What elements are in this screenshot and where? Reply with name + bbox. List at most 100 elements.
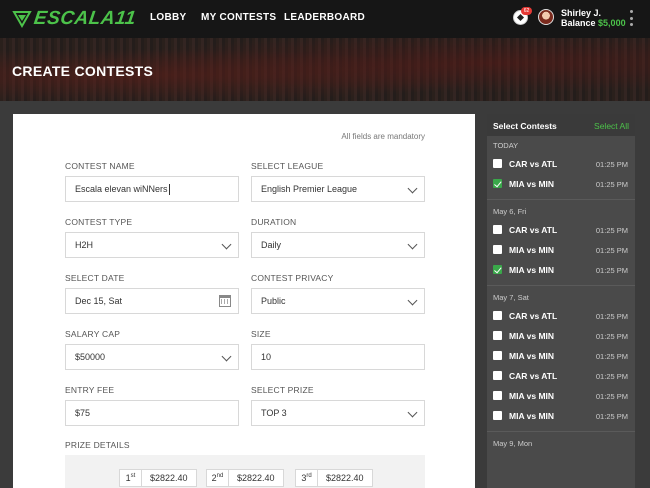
date-group-label: TODAY <box>493 141 519 150</box>
panel-title: Select Contests <box>493 121 557 131</box>
match-time: 01:25 PM <box>595 226 628 235</box>
match-time: 01:25 PM <box>595 352 628 361</box>
match-row[interactable]: MIA vs MIN 01:25 PM <box>487 327 635 345</box>
match-name: MIA vs MIN <box>509 245 555 255</box>
page-title: CREATE CONTESTS <box>12 63 154 79</box>
league-value: English Premier League <box>261 184 358 194</box>
contest-type-value: H2H <box>75 240 94 250</box>
match-time: 01:25 PM <box>595 392 628 401</box>
match-row[interactable]: MIA vs MIN 01:25 PM <box>487 387 635 405</box>
date-value: Dec 15, Sat <box>75 296 123 306</box>
match-checkbox[interactable] <box>493 265 502 274</box>
contest-name-value: Escala elevan wiNNers <box>75 184 168 194</box>
nav-my-contests[interactable]: MY CONTESTS <box>201 12 276 23</box>
prize-label: SELECT PRIZE <box>251 385 314 395</box>
brand-logo[interactable]: ESCALA11 <box>12 7 137 31</box>
privacy-select[interactable]: Public <box>251 288 425 314</box>
match-checkbox[interactable] <box>493 179 502 188</box>
league-select[interactable]: English Premier League <box>251 176 425 202</box>
prize-value: TOP 3 <box>261 408 287 418</box>
duration-label: DURATION <box>251 217 297 227</box>
match-row[interactable]: CAR vs ATL 01:25 PM <box>487 155 635 173</box>
calendar-icon[interactable] <box>219 295 231 307</box>
select-all-link[interactable]: Select All <box>594 121 629 131</box>
match-checkbox[interactable] <box>493 225 502 234</box>
match-row[interactable]: MIA vs MIN 01:25 PM <box>487 407 635 425</box>
contest-name-input[interactable]: Escala elevan wiNNers <box>65 176 239 202</box>
league-label: SELECT LEAGUE <box>251 161 324 171</box>
mandatory-note: All fields are mandatory <box>341 132 425 141</box>
match-name: MIA vs MIN <box>509 411 555 421</box>
match-time: 01:25 PM <box>595 332 628 341</box>
chevron-down-icon <box>408 409 416 417</box>
shield-logo-icon <box>12 11 32 29</box>
match-row[interactable]: CAR vs ATL 01:25 PM <box>487 307 635 325</box>
match-time: 01:25 PM <box>595 372 628 381</box>
match-name: MIA vs MIN <box>509 179 555 189</box>
match-time: 01:25 PM <box>595 160 628 169</box>
match-name: CAR vs ATL <box>509 311 558 321</box>
match-name: CAR vs ATL <box>509 225 558 235</box>
match-row[interactable]: CAR vs ATL 01:25 PM <box>487 221 635 239</box>
user-name: Shirley J. <box>561 8 602 18</box>
group-divider <box>487 431 635 432</box>
size-input[interactable]: 10 <box>251 344 425 370</box>
match-row[interactable]: CAR vs ATL 01:25 PM <box>487 367 635 385</box>
date-picker[interactable]: Dec 15, Sat <box>65 288 239 314</box>
panel-header: Select Contests Select All <box>487 114 635 136</box>
date-label: SELECT DATE <box>65 273 125 283</box>
entry-fee-input[interactable]: $75 <box>65 400 239 426</box>
group-divider <box>487 285 635 286</box>
prize-item-1[interactable]: 1st $2822.40 <box>119 469 197 487</box>
nav-leaderboard[interactable]: LEADERBOARD <box>284 12 365 23</box>
chevron-down-icon <box>408 185 416 193</box>
match-checkbox[interactable] <box>493 391 502 400</box>
privacy-value: Public <box>261 296 286 306</box>
match-row[interactable]: MIA vs MIN 01:25 PM <box>487 347 635 365</box>
hero-banner: CREATE CONTESTS <box>0 38 650 101</box>
prize-amount: $2822.40 <box>237 473 275 483</box>
match-checkbox[interactable] <box>493 159 502 168</box>
date-group-label: May 9, Mon <box>493 439 533 448</box>
more-menu-icon[interactable] <box>630 10 634 26</box>
date-group-label: May 6, Fri <box>493 207 527 216</box>
chevron-down-icon <box>408 297 416 305</box>
entry-fee-value: $75 <box>75 408 91 418</box>
duration-select[interactable]: Daily <box>251 232 425 258</box>
duration-value: Daily <box>261 240 282 250</box>
match-checkbox[interactable] <box>493 311 502 320</box>
notification-badge: 62 <box>521 7 532 15</box>
contest-name-label: CONTEST NAME <box>65 161 135 171</box>
match-name: MIA vs MIN <box>509 265 555 275</box>
match-name: CAR vs ATL <box>509 159 558 169</box>
prize-select[interactable]: TOP 3 <box>251 400 425 426</box>
salary-cap-value: $50000 <box>75 352 106 362</box>
match-name: MIA vs MIN <box>509 351 555 361</box>
match-row[interactable]: MIA vs MIN 01:25 PM <box>487 241 635 259</box>
prize-details-box: 1st $2822.40 2nd $2822.40 3rd $2822.40 <box>65 455 425 488</box>
match-checkbox[interactable] <box>493 245 502 254</box>
entry-fee-label: ENTRY FEE <box>65 385 115 395</box>
match-checkbox[interactable] <box>493 411 502 420</box>
prize-rank: 2nd <box>207 470 229 486</box>
match-checkbox[interactable] <box>493 371 502 380</box>
prize-item-3[interactable]: 3rd $2822.40 <box>295 469 373 487</box>
user-balance: Balance $5,000 <box>561 18 626 28</box>
chevron-down-icon <box>222 353 230 361</box>
contest-type-select[interactable]: H2H <box>65 232 239 258</box>
prize-item-2[interactable]: 2nd $2822.40 <box>206 469 284 487</box>
match-row[interactable]: MIA vs MIN 01:25 PM <box>487 175 635 193</box>
match-checkbox[interactable] <box>493 351 502 360</box>
salary-cap-label: SALARY CAP <box>65 329 121 339</box>
salary-cap-select[interactable]: $50000 <box>65 344 239 370</box>
prize-amount: $2822.40 <box>150 473 188 483</box>
match-name: MIA vs MIN <box>509 391 555 401</box>
match-row[interactable]: MIA vs MIN 01:25 PM <box>487 261 635 279</box>
nav-lobby[interactable]: LOBBY <box>150 12 187 23</box>
select-contests-panel: Select Contests Select All TODAY CAR vs A… <box>487 114 635 488</box>
match-checkbox[interactable] <box>493 331 502 340</box>
avatar[interactable] <box>538 9 554 25</box>
match-name: MIA vs MIN <box>509 331 555 341</box>
create-contest-form: All fields are mandatory CONTEST NAME Es… <box>13 114 475 488</box>
top-navbar: ESCALA11 LOBBY MY CONTESTS LEADERBOARD 6… <box>0 0 650 38</box>
